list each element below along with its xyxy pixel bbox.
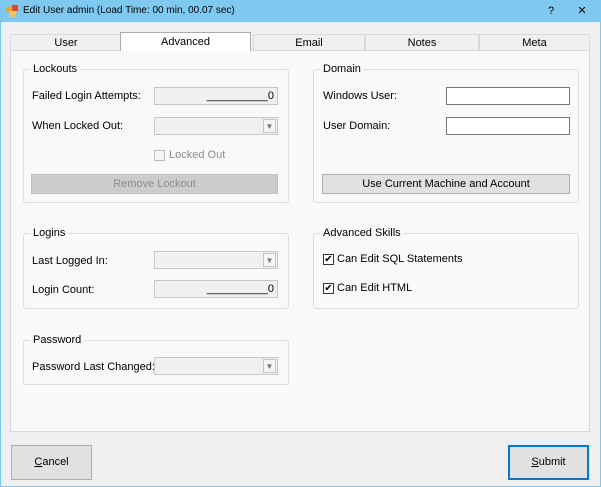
chevron-down-icon: ▼ [263, 359, 276, 373]
lockouts-group: Lockouts Failed Login Attempts: ________… [23, 63, 289, 203]
password-group: Password Password Last Changed: ▼ [23, 334, 289, 385]
can-edit-html-label[interactable]: Can Edit HTML [337, 282, 412, 294]
close-button[interactable]: ✕ [567, 2, 597, 20]
last-logged-in-select: ▼ [154, 251, 278, 269]
password-title: Password [30, 334, 85, 346]
failed-login-label: Failed Login Attempts: [32, 90, 141, 102]
advanced-skills-group: Advanced Skills ✔ Can Edit SQL Statement… [313, 227, 579, 309]
user-domain-input[interactable] [446, 117, 570, 135]
logins-title: Logins [30, 227, 69, 239]
login-count-label: Login Count: [32, 284, 95, 296]
window-title: Edit User admin (Load Time: 00 min, 00.0… [23, 5, 235, 16]
can-edit-sql-checkbox[interactable]: ✔ [323, 254, 334, 265]
locked-out-checkbox [154, 150, 165, 161]
when-locked-label: When Locked Out: [32, 120, 124, 132]
cancel-label: ancel [42, 456, 69, 468]
logins-group: Logins Last Logged In: ▼ Login Count: __… [23, 227, 289, 309]
user-domain-label: User Domain: [323, 120, 391, 132]
can-edit-sql-label[interactable]: Can Edit SQL Statements [337, 253, 463, 265]
help-button[interactable]: ? [536, 2, 566, 20]
tab-advanced[interactable]: Advanced [120, 32, 251, 51]
tab-meta[interactable]: Meta [479, 34, 590, 50]
last-logged-in-label: Last Logged In: [32, 255, 108, 267]
domain-group: Domain Windows User: User Domain: Use Cu… [313, 63, 579, 203]
password-last-changed-select: ▼ [154, 357, 278, 375]
password-last-changed-label: Password Last Changed: [32, 361, 155, 373]
use-current-account-button[interactable]: Use Current Machine and Account [322, 174, 570, 194]
submit-label: ubmit [538, 456, 566, 468]
tab-user[interactable]: User [10, 34, 122, 50]
chevron-down-icon: ▼ [263, 119, 276, 133]
can-edit-html-checkbox[interactable]: ✔ [323, 283, 334, 294]
windows-user-label: Windows User: [323, 90, 397, 102]
tab-page-advanced: Lockouts Failed Login Attempts: ________… [10, 50, 590, 432]
locked-out-label: Locked Out [169, 149, 226, 161]
tab-email[interactable]: Email [253, 34, 365, 50]
cancel-button[interactable]: Cancel [11, 445, 92, 480]
tab-notes[interactable]: Notes [365, 34, 479, 50]
failed-login-field: __________0 [154, 87, 278, 105]
title-bar: Edit User admin (Load Time: 00 min, 00.0… [0, 0, 601, 22]
lockouts-title: Lockouts [30, 63, 81, 75]
windows-user-input[interactable] [446, 87, 570, 105]
submit-button[interactable]: Submit [508, 445, 589, 480]
app-icon [6, 5, 18, 17]
remove-lockout-button: Remove Lockout [31, 174, 278, 194]
login-count-field: __________0 [154, 280, 278, 298]
submit-mnemonic: S [531, 456, 539, 468]
advanced-skills-title: Advanced Skills [320, 227, 404, 239]
tab-strip: User Advanced Email Notes Meta [10, 32, 590, 51]
when-locked-select: ▼ [154, 117, 278, 135]
chevron-down-icon: ▼ [263, 253, 276, 267]
domain-title: Domain [320, 63, 364, 75]
